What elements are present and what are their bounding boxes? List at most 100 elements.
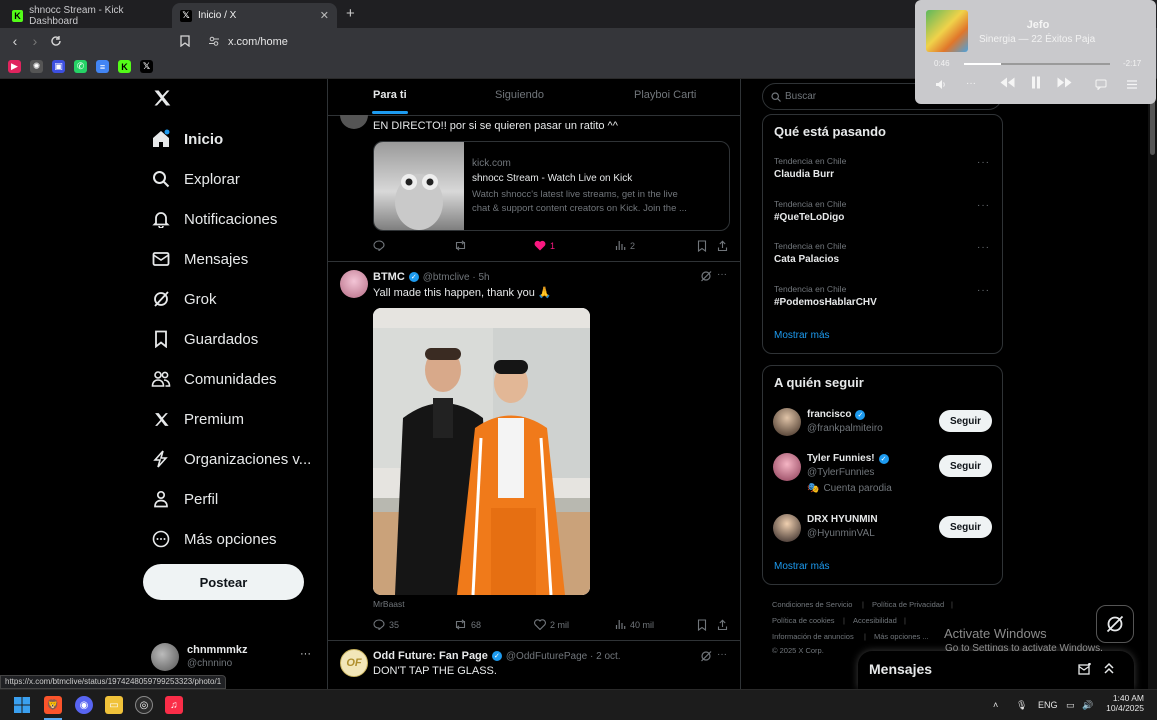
- sidebar-item-perfil[interactable]: Perfil: [150, 484, 218, 514]
- bookmark-kick-icon[interactable]: K: [118, 60, 131, 73]
- account-switcher[interactable]: chnmmmkz @chnnino ···: [150, 642, 320, 674]
- trend-item[interactable]: Tendencia en Chile #PodemosHablarCHV ···: [763, 281, 1002, 317]
- tab-kick-dashboard[interactable]: K shnocc Stream - Kick Dashboard: [4, 3, 172, 28]
- footer-link-more[interactable]: Más opciones ...: [874, 632, 929, 641]
- new-message-icon[interactable]: [1078, 663, 1092, 676]
- more-icon[interactable]: ···: [966, 78, 976, 89]
- suggested-user-name[interactable]: DRX HYUNMIN: [807, 514, 878, 525]
- link-card[interactable]: kick.com shnocc Stream - Watch Live on K…: [373, 141, 730, 231]
- back-button[interactable]: ‹: [7, 33, 23, 49]
- suggested-user-name[interactable]: francisco ✓: [807, 409, 866, 420]
- more-icon[interactable]: ···: [717, 269, 727, 280]
- address-bar[interactable]: x.com/home: [200, 31, 920, 52]
- tab-siguiendo[interactable]: Siguiendo: [495, 89, 544, 101]
- repost-button[interactable]: 68: [454, 619, 481, 630]
- footer-link-terms[interactable]: Condiciones de Servicio: [772, 600, 852, 609]
- sidebar-item-notificaciones[interactable]: Notificaciones: [150, 204, 277, 234]
- sidebar-item-mensajes[interactable]: Mensajes: [150, 244, 248, 274]
- site-settings-icon[interactable]: [208, 35, 220, 47]
- bookmark-button[interactable]: [697, 240, 711, 252]
- queue-icon[interactable]: [1126, 79, 1138, 90]
- language-indicator[interactable]: ENG: [1038, 700, 1058, 710]
- tab-x-home[interactable]: 𝕏 Inicio / X ✕: [172, 3, 337, 28]
- trend-item[interactable]: Tendencia en Chile #QueTeLoDigo ···: [763, 196, 1002, 232]
- grok-floating-button[interactable]: [1096, 605, 1134, 643]
- more-icon[interactable]: ···: [977, 285, 990, 296]
- grok-explain-icon[interactable]: [700, 270, 712, 282]
- footer-link-privacy[interactable]: Política de Privacidad: [872, 600, 944, 609]
- sidebar-item-comunidades[interactable]: Comunidades: [150, 364, 277, 394]
- footer-link-ads-info[interactable]: Información de anuncios: [772, 632, 854, 641]
- like-button[interactable]: 1: [534, 240, 555, 251]
- share-button[interactable]: [717, 240, 732, 252]
- avatar[interactable]: [340, 115, 368, 129]
- close-icon[interactable]: ✕: [320, 9, 329, 22]
- bookmark-docs-icon[interactable]: ≡: [96, 60, 109, 73]
- more-icon[interactable]: ···: [300, 648, 311, 660]
- avatar[interactable]: [773, 514, 801, 542]
- footer-link-accessibility[interactable]: Accesibilidad: [853, 616, 897, 625]
- trend-item[interactable]: Tendencia en Chile Cata Palacios ···: [763, 238, 1002, 274]
- bookmark-x-icon[interactable]: 𝕏: [140, 60, 153, 73]
- views-button[interactable]: 40 mil: [615, 619, 654, 630]
- bookmark-whatsapp-icon[interactable]: ✆: [74, 60, 87, 73]
- views-button[interactable]: 2: [615, 240, 635, 251]
- sidebar-item-guardados[interactable]: Guardados: [150, 324, 258, 354]
- trend-item[interactable]: Tendencia en Chile Claudia Burr ···: [763, 153, 1002, 189]
- more-icon[interactable]: ···: [977, 242, 990, 253]
- previous-track-icon[interactable]: [1000, 77, 1015, 88]
- tab-para-ti[interactable]: Para ti: [373, 89, 407, 101]
- next-track-icon[interactable]: [1057, 77, 1072, 88]
- bookmark-app-icon[interactable]: ▣: [52, 60, 65, 73]
- chevron-up-icon[interactable]: ˄: [993, 700, 998, 710]
- repost-button[interactable]: [454, 240, 471, 251]
- sidebar-item-premium[interactable]: Premium: [150, 404, 244, 434]
- brave-browser-icon[interactable]: 🦁: [44, 696, 62, 714]
- steam-icon[interactable]: ◎: [135, 696, 153, 714]
- reload-button[interactable]: [48, 33, 64, 49]
- sidebar-item-grok[interactable]: Grok: [150, 284, 217, 314]
- discord-icon[interactable]: ◉: [75, 696, 93, 714]
- bookmark-chatgpt-icon[interactable]: ✺: [30, 60, 43, 73]
- more-icon[interactable]: ···: [977, 200, 990, 211]
- bookmark-button[interactable]: [697, 619, 711, 631]
- pause-icon[interactable]: [1031, 76, 1041, 89]
- expand-icon[interactable]: [1103, 662, 1115, 675]
- x-home-logo[interactable]: [152, 88, 172, 108]
- show-more-link[interactable]: Mostrar más: [774, 561, 830, 572]
- sidebar-item-organizaciones[interactable]: Organizaciones v...: [150, 444, 311, 474]
- follow-button[interactable]: Seguir: [939, 410, 992, 432]
- share-button[interactable]: [717, 619, 732, 631]
- clock[interactable]: 1:40 AM 10/4/2025: [1104, 693, 1144, 713]
- bookmark-youtube-icon[interactable]: ▶: [8, 60, 21, 73]
- messages-drawer[interactable]: Mensajes: [858, 651, 1134, 689]
- new-tab-button[interactable]: +: [346, 5, 355, 22]
- microphone-icon[interactable]: 🎙: [1016, 700, 1027, 711]
- network-icon[interactable]: ▭: [1066, 700, 1075, 711]
- avatar[interactable]: [773, 408, 801, 436]
- progress-track[interactable]: [964, 63, 1110, 65]
- follow-button[interactable]: Seguir: [939, 516, 992, 538]
- windows-start-icon[interactable]: [13, 696, 31, 714]
- tweet-author[interactable]: BTMC ✓ @btmclive · 5h: [373, 271, 490, 283]
- sidebar-item-inicio[interactable]: Inicio: [150, 124, 223, 154]
- apple-music-icon[interactable]: ♫: [165, 696, 183, 714]
- more-icon[interactable]: ···: [717, 649, 727, 660]
- reply-button[interactable]: [373, 240, 389, 251]
- avatar[interactable]: [773, 453, 801, 481]
- avatar[interactable]: [340, 270, 368, 298]
- bookmark-page-icon[interactable]: [177, 33, 193, 49]
- more-icon[interactable]: ···: [977, 157, 990, 168]
- reply-button[interactable]: 35: [373, 619, 399, 630]
- page-scrollbar[interactable]: [1148, 79, 1157, 689]
- tweet-photo[interactable]: [373, 308, 590, 595]
- follow-button[interactable]: Seguir: [939, 455, 992, 477]
- avatar[interactable]: OF: [340, 649, 368, 677]
- tweet-author[interactable]: Odd Future: Fan Page ✓ @OddFuturePage · …: [373, 650, 621, 662]
- footer-link-cookies[interactable]: Política de cookies: [772, 616, 835, 625]
- show-more-link[interactable]: Mostrar más: [774, 330, 830, 341]
- like-button[interactable]: 2 mil: [534, 619, 569, 630]
- speaker-icon[interactable]: 🔊: [1082, 700, 1093, 711]
- suggested-user-name[interactable]: Tyler Funnies! ✓: [807, 453, 889, 464]
- grok-explain-icon[interactable]: [700, 650, 712, 662]
